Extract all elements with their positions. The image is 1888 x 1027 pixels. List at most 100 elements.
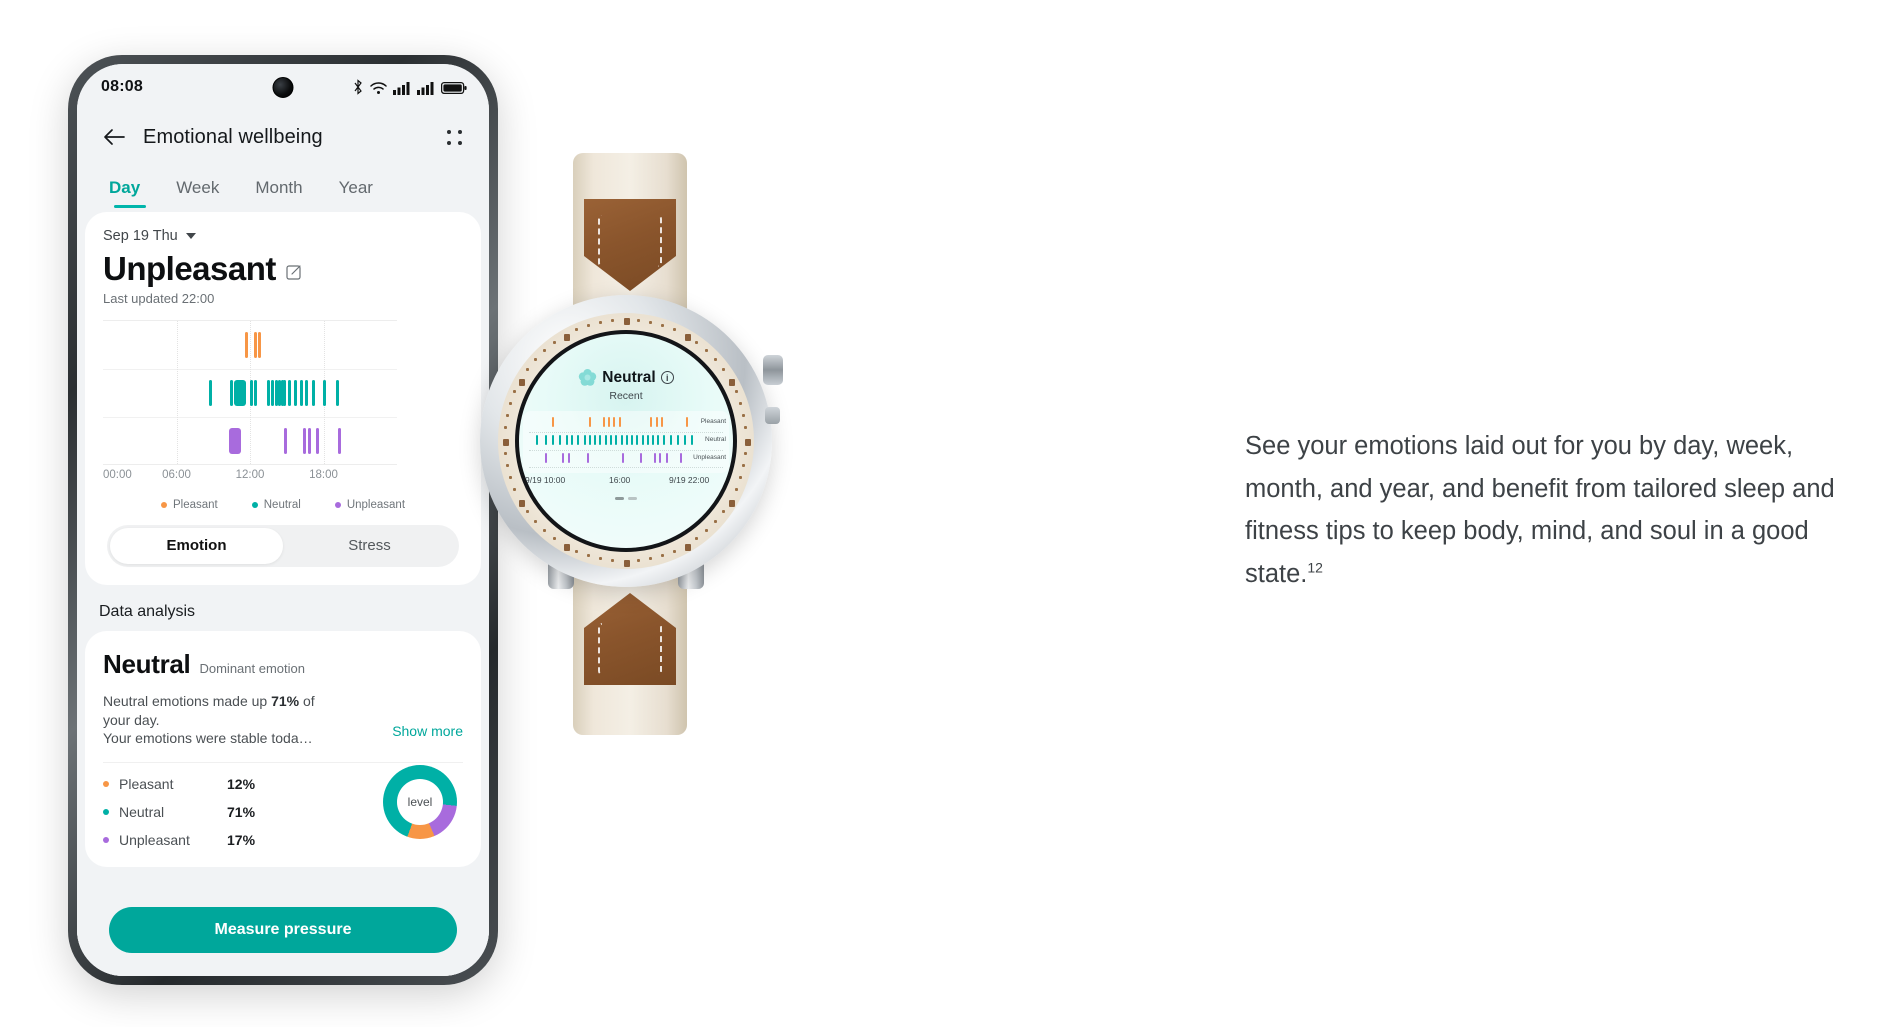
- legend-dot-pleasant: [161, 502, 167, 508]
- bezel-tick: [637, 319, 640, 322]
- watch-event-tick: [670, 435, 672, 445]
- bezel-tick: [513, 390, 516, 393]
- chart-event-tick: [250, 380, 253, 406]
- chart-x-axis: 00:00 06:00 12:00 18:00: [103, 469, 397, 489]
- bezel-tick: [611, 559, 614, 562]
- bluetooth-icon: [352, 79, 364, 95]
- data-analysis-card: Neutral Dominant emotion Neutral emotion…: [85, 631, 481, 868]
- bezel-tick: [649, 321, 652, 324]
- info-icon[interactable]: i: [661, 371, 674, 384]
- bezel-tick: [526, 510, 529, 513]
- legend-item-pleasant: Pleasant: [161, 499, 218, 511]
- bezel-tick: [611, 319, 614, 322]
- legend-item-unpleasant: Unpleasant: [335, 499, 405, 511]
- stat-dot-neutral: [103, 809, 109, 815]
- bezel-tick: [649, 557, 652, 560]
- watch-event-tick: [657, 435, 659, 445]
- bezel-tick: [504, 426, 507, 429]
- watch-event-tick: [636, 435, 638, 445]
- chart-event-tick: [230, 380, 233, 406]
- stat-label-unpleasant: Unpleasant: [119, 832, 227, 848]
- stat-value-unpleasant: 17%: [227, 832, 255, 848]
- watch-row-label: Unpleasant: [693, 454, 726, 461]
- analysis-percent: 71%: [271, 693, 299, 709]
- back-button[interactable]: [99, 122, 129, 152]
- bezel-tick: [742, 414, 745, 417]
- watch-event-tick: [559, 435, 561, 445]
- bezel-tick: [504, 452, 507, 455]
- wifi-icon: [370, 81, 387, 95]
- bezel-tick: [714, 520, 717, 523]
- emotion-donut-chart: level: [383, 765, 457, 839]
- watch-screen[interactable]: Neutral i Recent Pleasant Neutral Unpleasa…: [515, 330, 737, 552]
- show-more-link[interactable]: Show more: [392, 723, 463, 739]
- chart-event-tick: [288, 380, 291, 406]
- chart-plot-area: [103, 320, 397, 465]
- bezel-tick: [735, 390, 738, 393]
- metric-segmented-control: Emotion Stress: [107, 525, 459, 567]
- watch-event-tick: [587, 453, 589, 463]
- bezel-tick: [695, 537, 698, 540]
- chart-event-tick: [338, 428, 341, 454]
- watch-axis-label: 9/19 10:00: [525, 475, 565, 485]
- legend-label-neutral: Neutral: [264, 499, 301, 511]
- legend-dot-neutral: [252, 502, 258, 508]
- chart-axis-label: 18:00: [309, 469, 338, 481]
- bezel-tick: [739, 476, 742, 479]
- watch-event-tick: [666, 453, 668, 463]
- watch-event-tick: [599, 435, 601, 445]
- watch-event-tick: [663, 435, 665, 445]
- watch-event-tick: [552, 417, 554, 427]
- app-header: Emotional wellbeing: [77, 110, 489, 164]
- tab-month[interactable]: Month: [237, 164, 320, 212]
- watch-axis-separator: [529, 467, 723, 468]
- bezel-tick: [534, 358, 537, 361]
- bezel-tick: [599, 557, 602, 560]
- status-bar: 08:08: [77, 64, 489, 110]
- bezel-tick: [661, 324, 664, 327]
- watch-pusher-button[interactable]: [765, 407, 780, 424]
- chart-event-tick: [300, 380, 303, 406]
- watch-event-tick: [577, 435, 579, 445]
- bezel-tick: [673, 328, 676, 331]
- more-options-button[interactable]: [441, 124, 467, 150]
- watch-case: Neutral i Recent Pleasant Neutral Unpleasa…: [480, 295, 772, 587]
- front-camera-punchhole: [273, 77, 294, 98]
- chart-axis-label: 06:00: [162, 469, 191, 481]
- tab-week[interactable]: Week: [158, 164, 237, 212]
- bezel-tick: [745, 439, 751, 446]
- chart-event-tick: [305, 380, 308, 406]
- mood-value: Unpleasant: [103, 252, 276, 287]
- battery-icon: [441, 81, 467, 95]
- chart-event-tick: [271, 380, 274, 406]
- bezel-tick: [685, 544, 691, 551]
- segment-stress[interactable]: Stress: [283, 528, 456, 564]
- chart-event-tick: [308, 428, 311, 454]
- period-tabs: Day Week Month Year: [77, 164, 489, 212]
- date-selector[interactable]: Sep 19 Thu: [103, 228, 463, 244]
- watch-event-tick: [684, 435, 686, 445]
- chart-event-tick: [336, 380, 339, 406]
- watch-event-tick: [545, 453, 547, 463]
- legend-label-unpleasant: Unpleasant: [347, 499, 405, 511]
- bezel-tick: [744, 452, 747, 455]
- watch-event-tick: [654, 453, 656, 463]
- watch-event-tick: [605, 435, 607, 445]
- edit-note-icon[interactable]: [286, 263, 303, 280]
- tab-year[interactable]: Year: [321, 164, 391, 212]
- scroll-content[interactable]: Sep 19 Thu Unpleasant Last updated 22:00…: [77, 212, 489, 976]
- bezel-tick: [543, 349, 546, 352]
- bezel-tick: [534, 520, 537, 523]
- watch-event-tick: [619, 417, 621, 427]
- marketing-copy: See your emotions laid out for you by da…: [1245, 425, 1865, 595]
- measure-pressure-button[interactable]: Measure pressure: [109, 907, 457, 953]
- chart-axis-label: 00:00: [103, 469, 132, 481]
- bezel-tick: [624, 318, 630, 325]
- watch-event-tick: [647, 435, 649, 445]
- watch-event-tick: [680, 453, 682, 463]
- watch-crown[interactable]: [763, 355, 783, 385]
- bezel-tick: [575, 550, 578, 553]
- legend-label-pleasant: Pleasant: [173, 499, 218, 511]
- segment-emotion[interactable]: Emotion: [110, 528, 283, 564]
- tab-day[interactable]: Day: [101, 164, 158, 212]
